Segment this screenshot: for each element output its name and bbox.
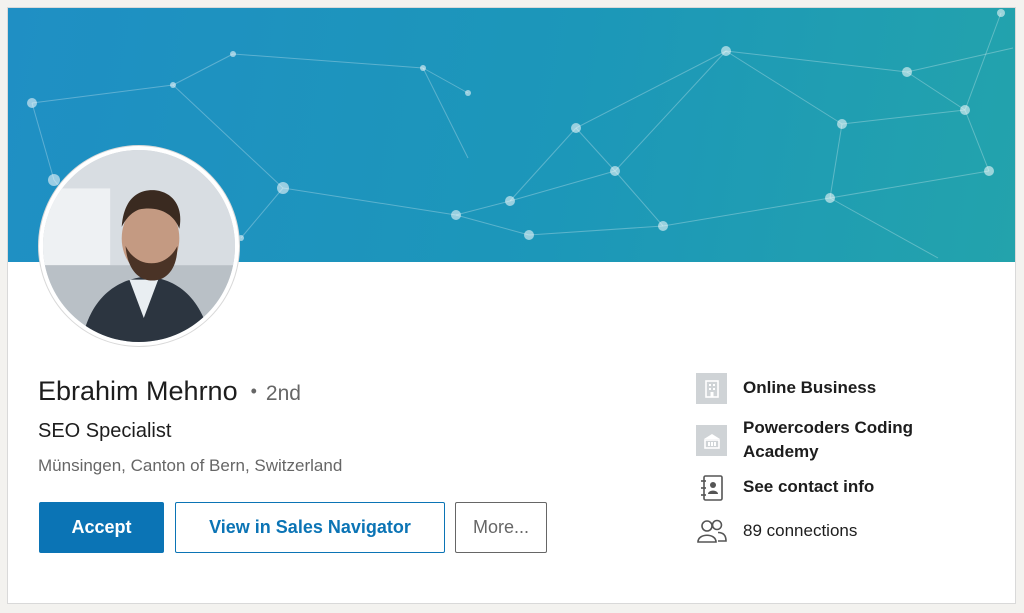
education-line-1: Powercoders Coding (743, 418, 914, 437)
name-row: Ebrahim Mehrno • 2nd (38, 376, 301, 407)
profile-location: Münsingen, Canton of Bern, Switzerland (38, 456, 343, 475)
avatar-photo (43, 150, 235, 342)
profile-name: Ebrahim Mehrno (38, 376, 238, 406)
building-icon (696, 373, 727, 404)
current-company-name: Online Business (743, 378, 877, 397)
view-in-sales-navigator-button[interactable]: View in Sales Navigator (175, 502, 445, 553)
education-name: Powercoders Coding Academy (743, 416, 913, 464)
profile-headline: SEO Specialist (38, 420, 172, 442)
profile-avatar[interactable] (39, 146, 239, 346)
see-contact-info-link[interactable]: See contact info (696, 472, 874, 503)
contact-book-icon (696, 472, 727, 503)
profile-card: Ebrahim Mehrno • 2nd SEO Specialist Müns… (7, 7, 1016, 604)
current-company[interactable]: Online Business (696, 373, 876, 404)
school-icon (696, 425, 727, 456)
connections-count: 89 connections (743, 521, 858, 540)
education-line-2: Academy (743, 442, 819, 461)
connection-degree: 2nd (265, 382, 301, 405)
accept-button[interactable]: Accept (39, 502, 164, 553)
connections-link[interactable]: 89 connections (696, 515, 857, 546)
degree-separator: • (250, 381, 257, 401)
people-icon (696, 515, 727, 546)
more-button[interactable]: More... (455, 502, 547, 553)
education[interactable]: Powercoders Coding Academy (696, 416, 913, 464)
see-contact-info-label: See contact info (743, 477, 875, 496)
